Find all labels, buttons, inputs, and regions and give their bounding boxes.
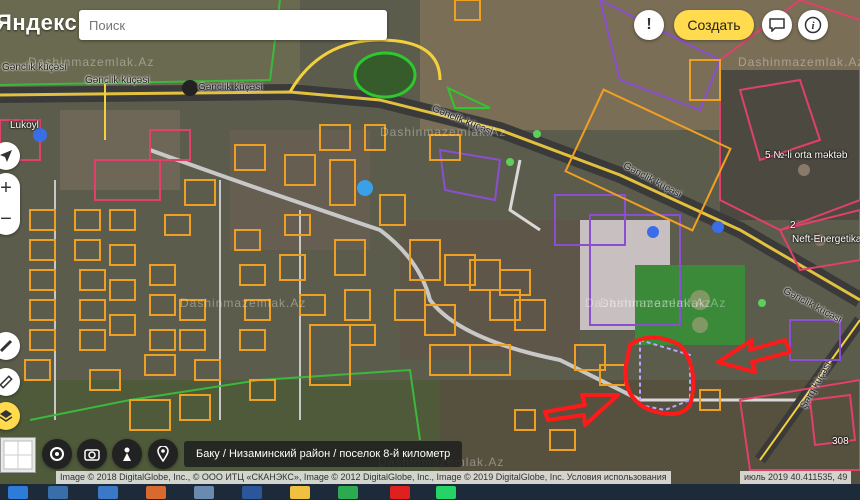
route-icon: [0, 339, 13, 353]
address-label[interactable]: Баку / Низаминский район / поселок 8-й к…: [184, 441, 463, 467]
taskbar-app-icon[interactable]: [146, 486, 166, 499]
taskbar-app-icon[interactable]: [48, 486, 68, 499]
zoom-control: + −: [0, 173, 20, 235]
streetview-button[interactable]: [112, 439, 142, 469]
ruler-icon: [0, 375, 13, 389]
zoom-in-button[interactable]: +: [0, 173, 20, 204]
route-icon: [50, 447, 64, 461]
place-label-neft[interactable]: Neft-Energetika K: [792, 234, 860, 245]
search-input[interactable]: [79, 10, 379, 40]
yandex-logo[interactable]: Яндекс: [0, 10, 77, 36]
panorama-thumbnail[interactable]: [0, 437, 36, 473]
place-label-school[interactable]: 5 №-li orta məktəb: [765, 150, 847, 161]
address-pin-button[interactable]: [148, 439, 178, 469]
satellite-imagery: [0, 0, 860, 484]
watermark: Dashinmazemlak.Az: [585, 296, 712, 310]
opera-icon[interactable]: [390, 486, 410, 499]
search-box[interactable]: [79, 10, 387, 40]
watermark: Dashinmazemlak.Az: [180, 296, 307, 310]
info-button[interactable]: i: [798, 10, 828, 40]
pin-icon: [157, 446, 169, 462]
message-icon: [769, 18, 785, 32]
copyright-text: Image © 2018 DigitalGlobe, Inc., © ООО И…: [56, 471, 671, 484]
route-planner-button[interactable]: [42, 439, 72, 469]
watermark: Dashinmazemlak.Az: [738, 55, 860, 69]
street-label: Gənclik küçəsi: [198, 82, 263, 93]
taskbar-app-icon[interactable]: [98, 486, 118, 499]
chrome-icon[interactable]: [338, 486, 358, 499]
street-label: Gənclik küçəsi: [2, 62, 67, 73]
svg-text:i: i: [811, 20, 815, 32]
coordinates-readout: июль 2019 40.411535, 49: [740, 471, 852, 484]
word-icon[interactable]: [242, 486, 262, 499]
taskbar-app-icon[interactable]: [194, 486, 214, 499]
alert-button[interactable]: !: [634, 10, 664, 40]
info-icon: i: [804, 16, 822, 34]
zoom-out-button[interactable]: −: [0, 204, 20, 235]
photos-button[interactable]: [77, 439, 107, 469]
camera-icon: [84, 449, 100, 461]
messages-button[interactable]: [762, 10, 792, 40]
place-label-lukoyl[interactable]: Lukoyl: [10, 120, 39, 131]
street-label: Gənclik küçəsi: [85, 75, 150, 86]
create-button[interactable]: Создать: [674, 10, 754, 40]
os-taskbar: [0, 484, 860, 500]
exclamation-icon: !: [646, 16, 652, 33]
panorama-icon: [3, 440, 33, 470]
map-canvas[interactable]: Dashinmazemlak.Az Dashinmazemlak.Az Dash…: [0, 0, 860, 484]
panorama-icon: [123, 447, 131, 461]
folder-icon[interactable]: [290, 486, 310, 499]
start-icon[interactable]: [8, 486, 28, 499]
place-label-number: 2: [790, 220, 796, 231]
place-label-number: 308: [832, 436, 849, 447]
layers-icon: [0, 410, 13, 422]
whatsapp-icon[interactable]: [436, 486, 456, 499]
locate-arrow-icon: [0, 150, 12, 162]
